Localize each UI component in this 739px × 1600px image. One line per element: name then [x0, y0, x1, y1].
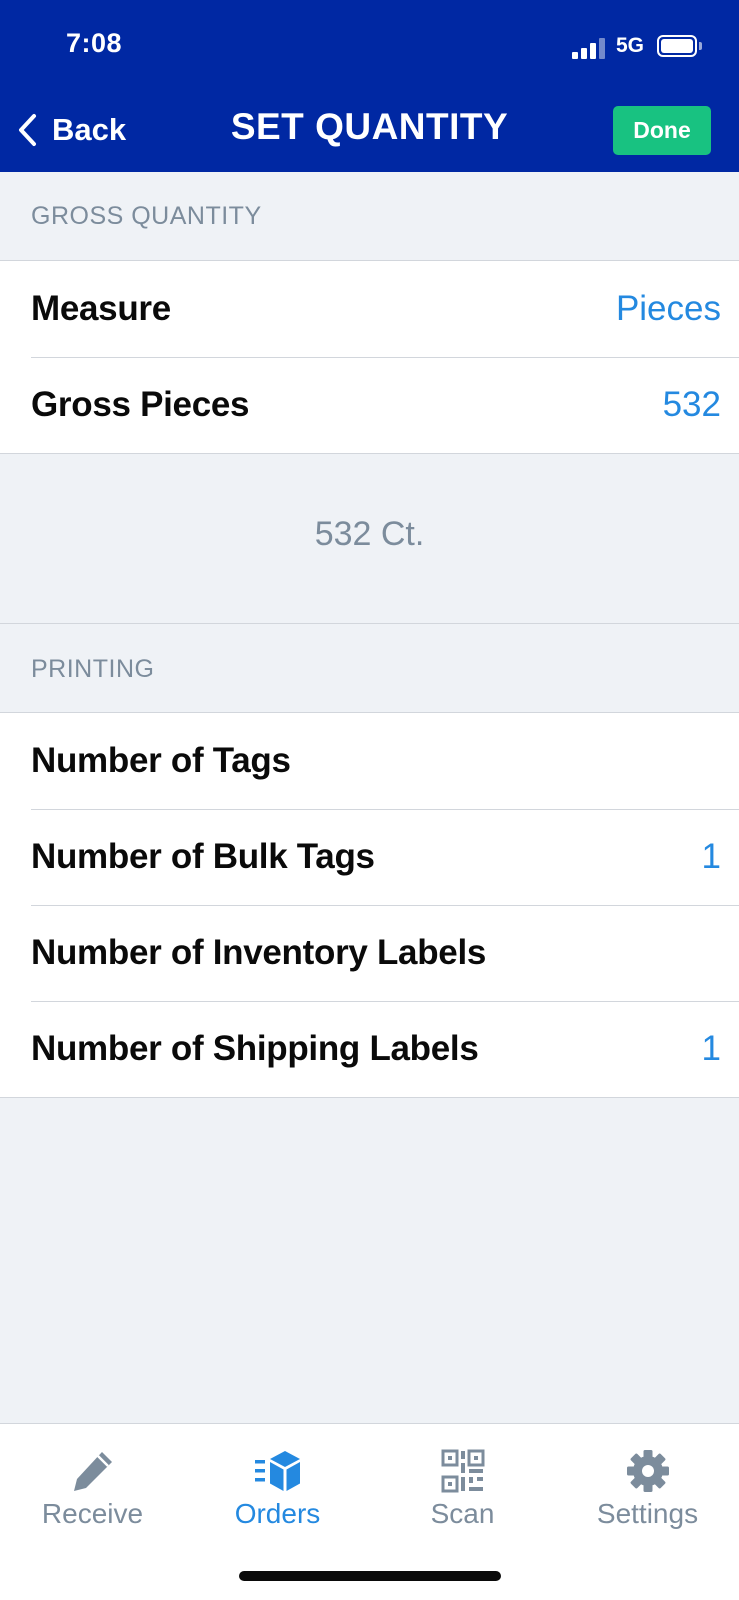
- tab-orders[interactable]: Orders: [185, 1424, 370, 1534]
- number-of-bulk-tags-value: 1: [701, 837, 721, 876]
- pencil-icon: [73, 1452, 112, 1491]
- number-of-tags-label: Number of Tags: [31, 741, 291, 780]
- measure-row[interactable]: Measure Pieces: [0, 261, 739, 357]
- measure-label: Measure: [31, 289, 171, 328]
- number-of-inventory-labels-row[interactable]: Number of Inventory Labels: [0, 905, 739, 1001]
- quantity-summary: 532 Ct.: [0, 446, 739, 624]
- tab-receive[interactable]: Receive: [0, 1424, 185, 1534]
- gross-pieces-label: Gross Pieces: [31, 385, 250, 424]
- tab-receive-label: Receive: [41, 1498, 144, 1529]
- orders-box-icon: [254, 1451, 300, 1491]
- tab-scan-label: Scan: [430, 1498, 495, 1529]
- status-time: 7:08: [66, 28, 123, 58]
- set-quantity-screen: 7:08 5G Back SET QUANTITY Done GROSS QUA…: [0, 0, 739, 1600]
- qr-code-icon: [441, 1449, 484, 1493]
- tab-orders-label: Orders: [234, 1498, 321, 1529]
- section-header-gross-quantity: GROSS QUANTITY: [31, 202, 262, 230]
- network-label: 5G: [616, 34, 645, 57]
- battery-tip: [699, 42, 702, 50]
- gross-pieces-row[interactable]: Gross Pieces 532: [0, 357, 739, 453]
- number-of-shipping-labels-label: Number of Shipping Labels: [31, 1029, 479, 1068]
- number-of-bulk-tags-row[interactable]: Number of Bulk Tags 1: [0, 809, 739, 905]
- tab-scan[interactable]: Scan: [370, 1424, 555, 1534]
- battery-icon: [657, 35, 697, 57]
- signal-strength-icon: [572, 37, 606, 59]
- number-of-inventory-labels-label: Number of Inventory Labels: [31, 933, 487, 972]
- header: 7:08 5G Back SET QUANTITY Done: [0, 0, 739, 172]
- section-header-printing: PRINTING: [31, 655, 155, 683]
- tab-settings[interactable]: Settings: [555, 1424, 739, 1534]
- gross-pieces-value: 532: [662, 385, 721, 424]
- gross-quantity-group: Measure Pieces Gross Pieces 532: [0, 260, 739, 454]
- number-of-bulk-tags-label: Number of Bulk Tags: [31, 837, 375, 876]
- printing-group: Number of Tags Number of Bulk Tags 1 Num…: [0, 712, 739, 1098]
- number-of-tags-row[interactable]: Number of Tags: [0, 713, 739, 809]
- home-indicator: [239, 1571, 501, 1581]
- number-of-shipping-labels-row[interactable]: Number of Shipping Labels 1: [0, 1001, 739, 1097]
- done-button[interactable]: Done: [613, 106, 711, 155]
- tab-settings-label: Settings: [596, 1498, 699, 1529]
- gear-icon: [626, 1450, 669, 1492]
- number-of-shipping-labels-value: 1: [701, 1029, 721, 1068]
- measure-value: Pieces: [615, 289, 721, 328]
